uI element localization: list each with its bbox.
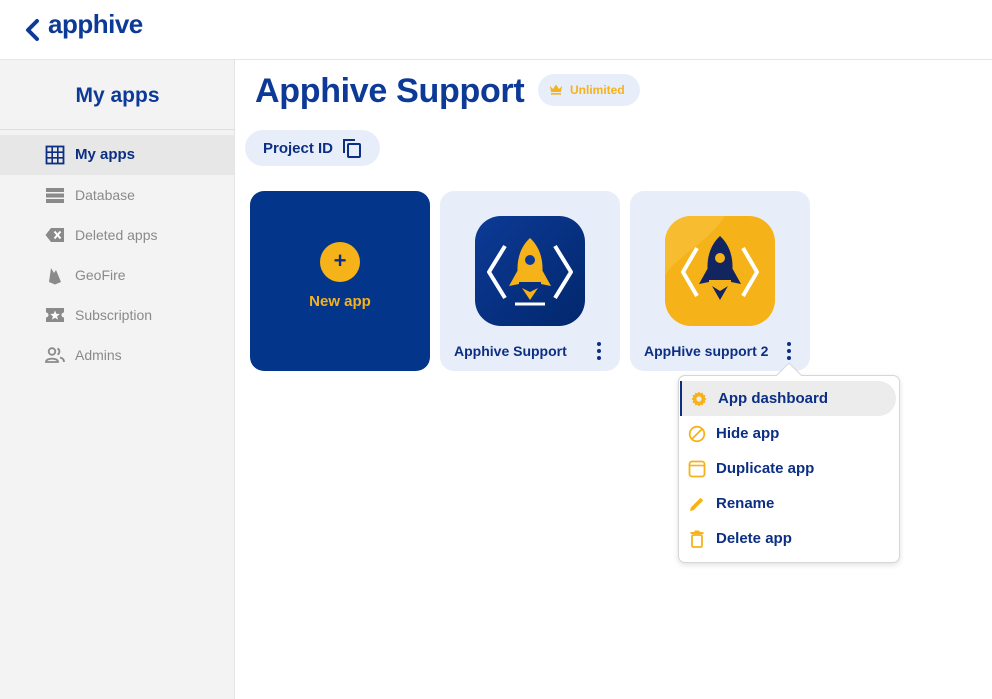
menu-item-duplicate-app[interactable]: Duplicate app bbox=[680, 451, 896, 486]
firebase-icon bbox=[49, 268, 61, 285]
app-name: AppHive support 2 bbox=[644, 343, 769, 359]
rocket-icon bbox=[665, 216, 775, 326]
ticket-star-icon bbox=[46, 308, 64, 322]
chevron-left-icon bbox=[26, 19, 39, 41]
more-options-icon[interactable] bbox=[780, 340, 798, 362]
plus-icon: + bbox=[320, 242, 360, 282]
sidebar-item-admins[interactable]: Admins bbox=[0, 335, 234, 375]
block-icon bbox=[688, 425, 706, 443]
sidebar-item-my-apps[interactable]: My apps bbox=[0, 135, 234, 175]
plan-badge-label: Unlimited bbox=[570, 83, 625, 97]
plan-badge: Unlimited bbox=[538, 74, 640, 106]
app-card[interactable]: Apphive Support bbox=[440, 191, 620, 371]
menu-item-label: App dashboard bbox=[718, 390, 829, 407]
sidebar-title: My apps bbox=[75, 84, 160, 107]
people-icon bbox=[45, 347, 65, 363]
menu-pointer bbox=[776, 362, 802, 376]
sidebar-item-label: My apps bbox=[75, 146, 136, 163]
pencil-icon bbox=[690, 497, 704, 511]
new-app-label: New app bbox=[309, 293, 371, 310]
sidebar-divider bbox=[0, 129, 235, 130]
sidebar-item-label: Subscription bbox=[75, 307, 153, 323]
sidebar-item-geofire[interactable]: GeoFire bbox=[0, 255, 234, 295]
sidebar-item-label: Deleted apps bbox=[75, 227, 158, 243]
menu-item-rename[interactable]: Rename bbox=[680, 486, 896, 521]
project-id-label: Project ID bbox=[263, 140, 334, 157]
sidebar-item-deleted-apps[interactable]: Deleted apps bbox=[0, 215, 234, 255]
grid-icon bbox=[45, 145, 65, 165]
menu-item-label: Delete app bbox=[716, 530, 792, 547]
duplicate-icon bbox=[688, 460, 706, 478]
sidebar-item-subscription[interactable]: Subscription bbox=[0, 295, 234, 335]
app-name: Apphive Support bbox=[454, 343, 567, 359]
menu-item-label: Duplicate app bbox=[716, 460, 815, 477]
app-context-menu: App dashboard Hide app Duplicate app Ren… bbox=[678, 375, 900, 563]
sidebar: My apps My apps Database Deleted apps Ge… bbox=[0, 60, 235, 699]
database-icon bbox=[46, 188, 64, 203]
app-card[interactable]: AppHive support 2 bbox=[630, 191, 810, 371]
apphive-logo[interactable]: apphive bbox=[48, 9, 143, 40]
project-id-button[interactable]: Project ID bbox=[245, 130, 380, 166]
sidebar-item-label: GeoFire bbox=[75, 267, 126, 283]
gear-icon bbox=[691, 391, 707, 407]
crown-icon bbox=[550, 84, 562, 95]
sidebar-item-database[interactable]: Database bbox=[0, 175, 234, 215]
back-button[interactable] bbox=[22, 16, 44, 44]
menu-item-label: Rename bbox=[716, 495, 775, 512]
menu-item-label: Hide app bbox=[716, 425, 780, 442]
page-title: Apphive Support bbox=[255, 72, 525, 110]
sidebar-item-label: Admins bbox=[75, 347, 122, 363]
trash-icon bbox=[690, 530, 704, 548]
copy-icon bbox=[343, 139, 361, 158]
new-app-card[interactable]: + New app bbox=[250, 191, 430, 371]
menu-item-app-dashboard[interactable]: App dashboard bbox=[680, 381, 896, 416]
sidebar-item-label: Database bbox=[75, 187, 135, 203]
backspace-icon bbox=[45, 228, 64, 242]
rocket-icon bbox=[475, 216, 585, 326]
more-options-icon[interactable] bbox=[590, 340, 608, 362]
app-icon[interactable] bbox=[475, 216, 585, 326]
plus-symbol: + bbox=[333, 248, 347, 273]
top-bar: apphive bbox=[0, 0, 992, 60]
menu-item-hide-app[interactable]: Hide app bbox=[680, 416, 896, 451]
app-icon[interactable] bbox=[665, 216, 775, 326]
menu-item-delete-app[interactable]: Delete app bbox=[680, 521, 896, 556]
